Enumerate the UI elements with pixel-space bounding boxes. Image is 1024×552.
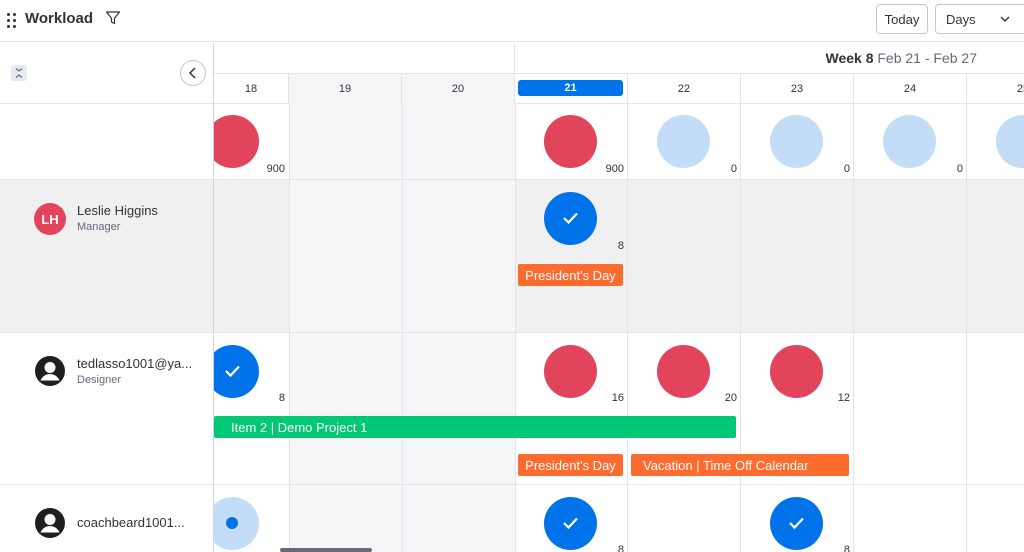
load-complete-circle[interactable] (544, 497, 597, 550)
load-value: 8 (278, 392, 285, 404)
person-role: Manager (77, 221, 121, 233)
load-overload-circle[interactable] (544, 345, 597, 398)
day-header-25[interactable]: 25 (967, 74, 1024, 104)
timeline: Week 8 Feb 21 - Feb 27 18 19 20 21 22 23… (214, 43, 1024, 552)
avatar: LH (34, 203, 66, 235)
load-complete-circle[interactable] (544, 192, 597, 245)
user-avatar-icon (34, 507, 66, 539)
today-button[interactable]: Today (876, 4, 928, 34)
person-name: Leslie Higgins (77, 203, 158, 218)
week-label: Week 8 Feb 21 - Feb 27 (825, 50, 977, 66)
vacation-bar[interactable]: Vacation | Time Off Calendar (631, 454, 849, 476)
week-name: Week 8 (825, 50, 874, 66)
person-row-leslie[interactable]: LH Leslie Higgins Manager (0, 180, 214, 332)
chevron-down-icon (999, 13, 1011, 25)
item-bar[interactable]: Item 2 | Demo Project 1 (214, 416, 736, 438)
load-complete-circle[interactable] (214, 345, 259, 398)
day-header-23[interactable]: 23 (741, 74, 854, 104)
person-row-coach[interactable]: coachbeard1001... (0, 485, 214, 552)
day-header-20[interactable]: 20 (402, 74, 515, 104)
capacity-value: 900 (605, 163, 624, 175)
load-value: 20 (724, 392, 737, 404)
day-header-21[interactable]: 21 (515, 74, 628, 104)
capacity-value: 0 (843, 163, 850, 175)
holiday-bar[interactable]: President's Day (518, 264, 623, 286)
capacity-free-circle[interactable] (657, 115, 710, 168)
day-header-18[interactable]: 18 (214, 74, 289, 104)
collapse-panel-button[interactable] (180, 60, 206, 86)
load-value: 8 (617, 544, 624, 552)
load-value: 16 (611, 392, 624, 404)
horizontal-scrollbar[interactable] (280, 548, 372, 552)
panel-header-divider (0, 103, 214, 104)
view-select-value: Days (946, 11, 976, 27)
widget-title: Workload (25, 10, 94, 27)
view-select[interactable]: Days (935, 4, 1024, 34)
capacity-value: 0 (730, 163, 737, 175)
drag-handle-icon[interactable] (6, 12, 18, 28)
day-header-22[interactable]: 22 (628, 74, 741, 104)
capacity-overload-circle[interactable] (214, 115, 259, 168)
days-header: 18 19 20 21 22 23 24 25 (214, 73, 1024, 104)
load-value: 8 (617, 240, 624, 252)
check-icon (563, 517, 578, 530)
capacity-value: 0 (956, 163, 963, 175)
user-avatar-icon (34, 355, 66, 387)
capacity-free-circle[interactable] (770, 115, 823, 168)
check-icon (789, 517, 804, 530)
load-overload-circle[interactable] (770, 345, 823, 398)
capacity-free-circle[interactable] (883, 115, 936, 168)
load-complete-circle[interactable] (770, 497, 823, 550)
person-row-ted[interactable]: tedlasso1001@ya... Designer (0, 333, 214, 484)
load-overload-circle[interactable] (657, 345, 710, 398)
week-header: Week 8 Feb 21 - Feb 27 (514, 43, 1024, 73)
today-marker: 21 (518, 80, 623, 96)
dot-icon (226, 517, 238, 529)
load-partial-circle[interactable] (214, 497, 259, 550)
capacity-overload-circle[interactable] (544, 115, 597, 168)
load-value: 8 (843, 544, 850, 552)
day-header-24[interactable]: 24 (854, 74, 967, 104)
person-name: tedlasso1001@ya... (77, 356, 193, 371)
capacity-value: 900 (266, 163, 285, 175)
person-name: coachbeard1001... (77, 515, 185, 530)
day-header-19[interactable]: 19 (289, 74, 402, 104)
load-value: 12 (837, 392, 850, 404)
holiday-bar[interactable]: President's Day (518, 454, 623, 476)
check-icon (225, 365, 240, 378)
workload-toolbar: Workload Today Days (0, 0, 1024, 42)
collapse-all-icon[interactable] (11, 65, 27, 81)
week-range: Feb 21 - Feb 27 (877, 50, 977, 66)
filter-icon[interactable] (105, 10, 121, 26)
person-role: Designer (77, 374, 122, 386)
capacity-free-circle[interactable] (996, 115, 1024, 168)
check-icon (563, 212, 578, 225)
